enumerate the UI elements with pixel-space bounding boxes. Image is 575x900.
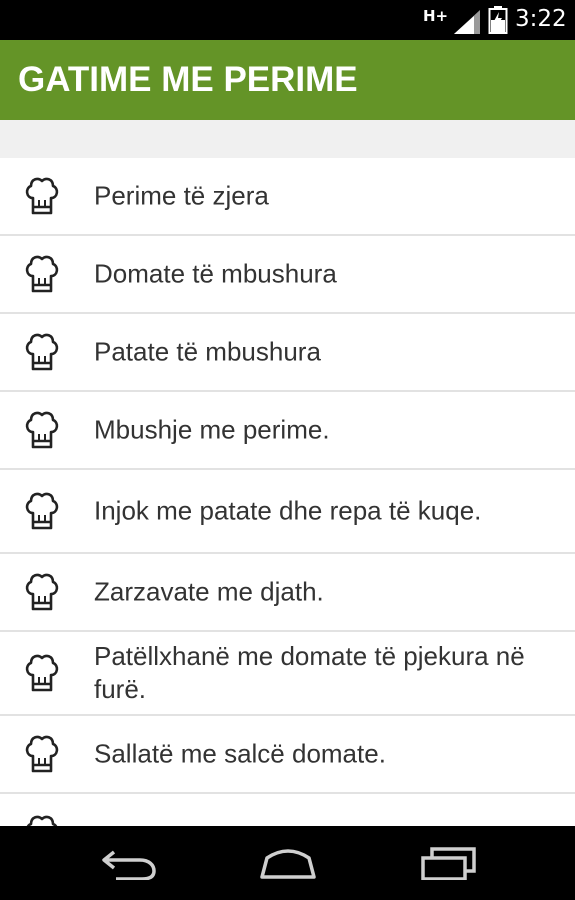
list-header-spacer [0, 120, 575, 158]
recipe-list-item[interactable]: Injok me patate dhe repa të kuqe. [0, 470, 575, 554]
chef-hat-icon [24, 176, 60, 216]
clock: 3:22 [515, 6, 567, 32]
recipe-title: Zarzavate me djath. [94, 576, 324, 607]
chef-hat-icon [24, 332, 60, 372]
app-bar: GATIME ME PERIME [0, 40, 575, 120]
recipe-list-item[interactable]: Mbushje me perime. [0, 392, 575, 470]
recipe-title: Patate të mbushura [94, 336, 321, 367]
recipe-title: Injok me patate dhe repa të kuqe. [94, 495, 482, 526]
recipe-title: Domate të mbushura [94, 258, 337, 289]
recipe-list-item[interactable]: Zarzavate me djath. [0, 554, 575, 632]
chef-hat-icon [24, 734, 60, 774]
recipe-list-item[interactable]: Patate të mbushura [0, 314, 575, 392]
recipe-list-item[interactable]: Perime të zjera [0, 158, 575, 236]
signal-icon [454, 10, 480, 34]
recent-apps-icon[interactable] [420, 846, 478, 880]
chef-hat-icon [24, 814, 60, 826]
recipe-title: Perime të zjera [94, 180, 269, 211]
recipe-list[interactable]: Perime të zjera Domate të mbushura Patate … [0, 158, 575, 826]
chef-hat-icon [24, 572, 60, 612]
chef-hat-icon [24, 491, 60, 531]
back-icon[interactable] [100, 846, 158, 880]
battery-icon [488, 6, 508, 34]
chef-hat-icon [24, 410, 60, 450]
recipe-title: Sallatë me salcë domate. [94, 738, 386, 769]
network-type: H+ [423, 7, 449, 25]
recipe-title: Patëllxhanë me domate të pjekura në furë… [94, 641, 525, 704]
chef-hat-icon [24, 653, 60, 693]
recipe-list-item[interactable]: Patëllxhanë me domate të pjekura në furë… [0, 632, 575, 716]
home-icon[interactable] [257, 846, 319, 880]
recipe-list-item[interactable]: Sallatë me salcë domate. [0, 716, 575, 794]
status-bar: H+ 3:22 [0, 0, 575, 40]
recipe-title: Mbushje me perime. [94, 414, 330, 445]
recipe-list-item-partial[interactable] [0, 794, 575, 826]
navigation-bar [0, 826, 575, 900]
app-title: GATIME ME PERIME [18, 60, 358, 99]
chef-hat-icon [24, 254, 60, 294]
recipe-list-item[interactable]: Domate të mbushura [0, 236, 575, 314]
